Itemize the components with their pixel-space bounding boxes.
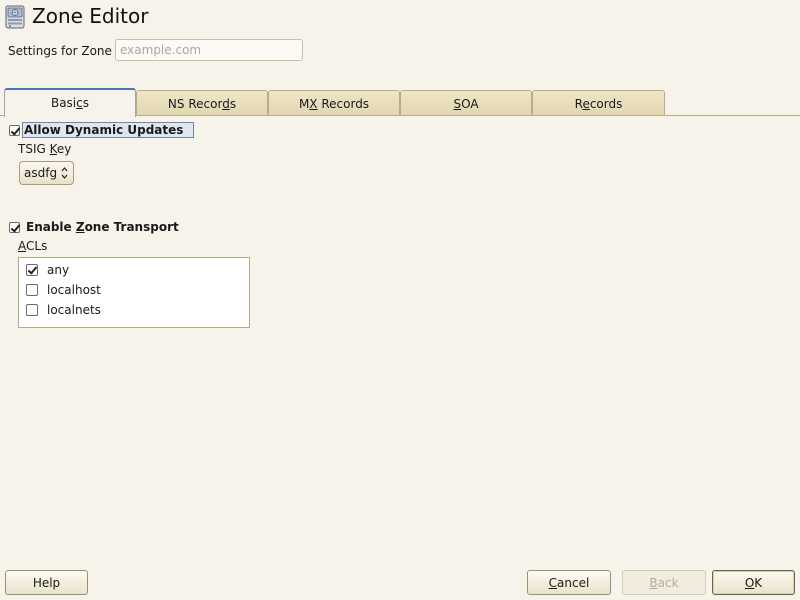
acl-any-checkbox[interactable] (26, 264, 38, 276)
zone-transport-checkbox[interactable] (9, 221, 20, 233)
tab-basics[interactable]: Basics (4, 88, 136, 117)
tab-ns-records[interactable]: NS Records (136, 90, 268, 116)
zone-transport-label-text: Enable (26, 220, 76, 234)
dynamic-updates-checkbox[interactable] (9, 124, 20, 136)
tab-ns-records-mnemonic: d (222, 97, 230, 111)
acl-localhost-checkbox[interactable] (26, 284, 38, 296)
tab-records-mnemonic: e (582, 97, 590, 111)
tab-mx-records-mnemonic: X (309, 97, 318, 111)
dynamic-updates-row[interactable]: Allow Dynamic Updates (9, 122, 195, 138)
acl-item-localhost[interactable]: localhost (26, 281, 101, 299)
acl-item-label: localnets (47, 303, 101, 317)
tab-records[interactable]: Records (532, 90, 665, 116)
acl-item-label: any (47, 263, 70, 277)
back-button[interactable]: Back (622, 570, 706, 595)
ok-button[interactable]: OK (712, 570, 795, 595)
tab-basics-label-end: s (82, 96, 90, 110)
tsig-key-label-text: TSIG (18, 142, 50, 156)
server-icon (5, 5, 25, 29)
cancel-label: ancel (557, 575, 590, 590)
back-label: ack (657, 575, 679, 590)
help-button[interactable]: Help (5, 570, 88, 595)
tab-mx-records-label-end: Records (317, 97, 370, 111)
tab-soa[interactable]: SOA (400, 90, 532, 116)
tsig-key-label-end: ey (56, 142, 72, 156)
tab-ns-records-label: NS Recor (167, 97, 223, 111)
back-mnemonic: B (649, 575, 658, 590)
tsig-key-value: asdfg (24, 166, 58, 180)
tab-soa-label-end: OA (461, 97, 479, 111)
tab-soa-mnemonic: S (453, 97, 462, 111)
tab-bar: Basics NS Records MX Records SOA Records (0, 88, 800, 117)
acl-list[interactable]: any localhost localnets (18, 257, 250, 328)
zone-editor-window: Zone Editor Settings for Zone Basics NS … (0, 0, 800, 600)
zone-input[interactable] (115, 39, 303, 61)
tsig-key-label: TSIG Key (18, 142, 71, 156)
cancel-button[interactable]: Cancel (527, 570, 611, 595)
acls-label: ACLs (18, 239, 47, 253)
cancel-mnemonic: C (548, 575, 558, 590)
dynamic-updates-label[interactable]: Allow Dynamic Updates (22, 122, 195, 138)
tab-basics-label: Basi (50, 96, 77, 110)
ok-mnemonic: O (744, 575, 755, 590)
tsig-key-mnemonic: K (49, 142, 57, 156)
tab-records-label-end: cords (589, 97, 623, 111)
page-title: Zone Editor (32, 4, 149, 28)
ok-label: K (754, 575, 763, 590)
zone-label: Settings for Zone (8, 44, 112, 58)
acl-localnets-checkbox[interactable] (26, 304, 38, 316)
acl-item-localnets[interactable]: localnets (26, 301, 101, 319)
tab-mx-records[interactable]: MX Records (268, 90, 400, 116)
zone-transport-label[interactable]: Enable Zone Transport (26, 220, 179, 234)
zone-transport-label-end: one Transport (84, 220, 179, 234)
zone-transport-row[interactable]: Enable Zone Transport (9, 219, 179, 235)
acls-label-text: CLs (26, 239, 48, 253)
tab-basics-mnemonic: c (76, 96, 83, 110)
tsig-key-select[interactable]: asdfg (19, 161, 74, 185)
tab-ns-records-label-end: s (229, 97, 237, 111)
acls-mnemonic: A (18, 239, 26, 253)
acl-item-any[interactable]: any (26, 261, 69, 279)
chevron-up-down-icon (61, 165, 68, 181)
acl-item-label: localhost (47, 283, 101, 297)
zone-transport-mnemonic: Z (75, 220, 85, 234)
tab-mx-records-label: M (298, 97, 310, 111)
